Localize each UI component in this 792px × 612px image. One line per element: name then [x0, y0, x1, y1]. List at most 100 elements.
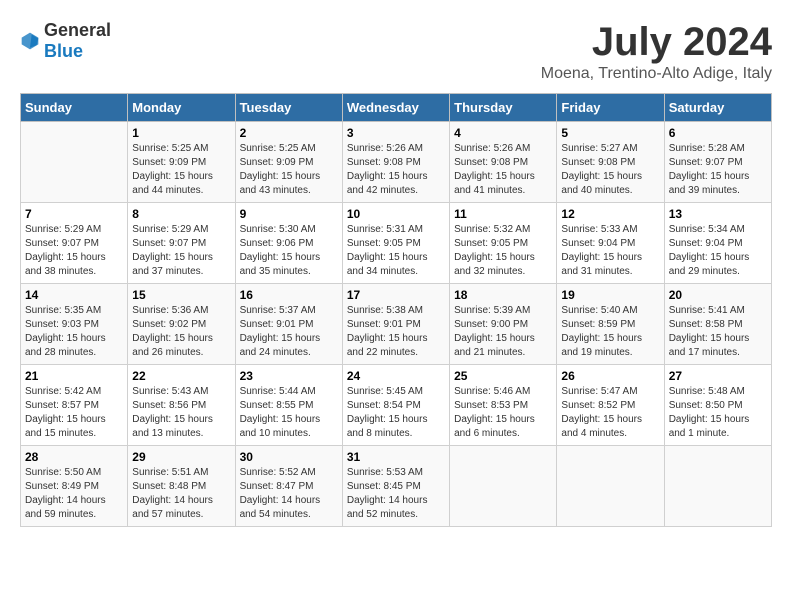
header-cell-saturday: Saturday — [664, 94, 771, 122]
day-info: Sunrise: 5:30 AMSunset: 9:06 PMDaylight:… — [240, 223, 338, 279]
day-number: 3 — [347, 126, 445, 140]
day-number: 15 — [132, 288, 230, 302]
day-number: 4 — [454, 126, 552, 140]
day-info: Sunrise: 5:29 AMSunset: 9:07 PMDaylight:… — [132, 223, 230, 279]
day-number: 13 — [669, 207, 767, 221]
calendar-body: 1 Sunrise: 5:25 AMSunset: 9:09 PMDaylight… — [21, 122, 772, 527]
day-number: 6 — [669, 126, 767, 140]
day-cell — [450, 446, 557, 527]
week-row-5: 28 Sunrise: 5:50 AMSunset: 8:49 PMDayligh… — [21, 446, 772, 527]
day-info: Sunrise: 5:40 AMSunset: 8:59 PMDaylight:… — [561, 304, 659, 360]
day-number: 10 — [347, 207, 445, 221]
header-cell-sunday: Sunday — [21, 94, 128, 122]
day-info: Sunrise: 5:39 AMSunset: 9:00 PMDaylight:… — [454, 304, 552, 360]
day-number: 30 — [240, 450, 338, 464]
logo: General Blue — [20, 20, 111, 62]
day-number: 8 — [132, 207, 230, 221]
day-cell: 12Sunrise: 5:33 AMSunset: 9:04 PMDayligh… — [557, 203, 664, 284]
week-row-2: 7 Sunrise: 5:29 AMSunset: 9:07 PMDaylight… — [21, 203, 772, 284]
day-cell: 26 Sunrise: 5:47 AMSunset: 8:52 PMDayligh… — [557, 365, 664, 446]
day-number: 25 — [454, 369, 552, 383]
day-cell: 19 Sunrise: 5:40 AMSunset: 8:59 PMDayligh… — [557, 284, 664, 365]
header-cell-monday: Monday — [128, 94, 235, 122]
day-cell: 15 Sunrise: 5:36 AMSunset: 9:02 PMDayligh… — [128, 284, 235, 365]
day-info: Sunrise: 5:53 AMSunset: 8:45 PMDaylight:… — [347, 466, 445, 522]
day-cell — [21, 122, 128, 203]
day-info: Sunrise: 5:45 AMSunset: 8:54 PMDaylight:… — [347, 385, 445, 441]
day-info: Sunrise: 5:33 AMSunset: 9:04 PMDaylight:… — [561, 223, 659, 279]
day-info: Sunrise: 5:27 AMSunset: 9:08 PMDaylight:… — [561, 142, 659, 198]
day-cell: 17 Sunrise: 5:38 AMSunset: 9:01 PMDayligh… — [342, 284, 449, 365]
header-cell-wednesday: Wednesday — [342, 94, 449, 122]
day-number: 5 — [561, 126, 659, 140]
day-cell: 25Sunrise: 5:46 AMSunset: 8:53 PMDayligh… — [450, 365, 557, 446]
day-number: 21 — [25, 369, 123, 383]
day-cell: 3 Sunrise: 5:26 AMSunset: 9:08 PMDaylight… — [342, 122, 449, 203]
day-number: 9 — [240, 207, 338, 221]
day-info: Sunrise: 5:43 AMSunset: 8:56 PMDaylight:… — [132, 385, 230, 441]
day-cell: 29Sunrise: 5:51 AMSunset: 8:48 PMDayligh… — [128, 446, 235, 527]
day-number: 31 — [347, 450, 445, 464]
week-row-3: 14 Sunrise: 5:35 AMSunset: 9:03 PMDayligh… — [21, 284, 772, 365]
logo-general: General — [44, 20, 111, 40]
day-number: 11 — [454, 207, 552, 221]
day-info: Sunrise: 5:47 AMSunset: 8:52 PMDaylight:… — [561, 385, 659, 441]
day-cell: 21Sunrise: 5:42 AMSunset: 8:57 PMDayligh… — [21, 365, 128, 446]
day-cell: 4 Sunrise: 5:26 AMSunset: 9:08 PMDaylight… — [450, 122, 557, 203]
day-info: Sunrise: 5:34 AMSunset: 9:04 PMDaylight:… — [669, 223, 767, 279]
header-cell-friday: Friday — [557, 94, 664, 122]
day-info: Sunrise: 5:25 AMSunset: 9:09 PMDaylight:… — [240, 142, 338, 198]
day-info: Sunrise: 5:35 AMSunset: 9:03 PMDaylight:… — [25, 304, 123, 360]
day-cell: 9 Sunrise: 5:30 AMSunset: 9:06 PMDaylight… — [235, 203, 342, 284]
day-info: Sunrise: 5:28 AMSunset: 9:07 PMDaylight:… — [669, 142, 767, 198]
day-cell: 27 Sunrise: 5:48 AMSunset: 8:50 PMDayligh… — [664, 365, 771, 446]
day-info: Sunrise: 5:38 AMSunset: 9:01 PMDaylight:… — [347, 304, 445, 360]
day-cell: 8 Sunrise: 5:29 AMSunset: 9:07 PMDaylight… — [128, 203, 235, 284]
day-number: 7 — [25, 207, 123, 221]
day-info: Sunrise: 5:29 AMSunset: 9:07 PMDaylight:… — [25, 223, 123, 279]
day-cell: 24Sunrise: 5:45 AMSunset: 8:54 PMDayligh… — [342, 365, 449, 446]
day-cell: 5 Sunrise: 5:27 AMSunset: 9:08 PMDaylight… — [557, 122, 664, 203]
day-cell — [557, 446, 664, 527]
day-number: 28 — [25, 450, 123, 464]
header: General Blue July 2024 Moena, Trentino-A… — [20, 20, 772, 83]
week-row-1: 1 Sunrise: 5:25 AMSunset: 9:09 PMDaylight… — [21, 122, 772, 203]
day-cell: 31 Sunrise: 5:53 AMSunset: 8:45 PMDayligh… — [342, 446, 449, 527]
day-cell: 23 Sunrise: 5:44 AMSunset: 8:55 PMDayligh… — [235, 365, 342, 446]
day-info: Sunrise: 5:26 AMSunset: 9:08 PMDaylight:… — [347, 142, 445, 198]
day-number: 22 — [132, 369, 230, 383]
day-cell — [664, 446, 771, 527]
day-number: 20 — [669, 288, 767, 302]
day-info: Sunrise: 5:48 AMSunset: 8:50 PMDaylight:… — [669, 385, 767, 441]
day-number: 27 — [669, 369, 767, 383]
week-row-4: 21Sunrise: 5:42 AMSunset: 8:57 PMDayligh… — [21, 365, 772, 446]
day-info: Sunrise: 5:50 AMSunset: 8:49 PMDaylight:… — [25, 466, 123, 522]
day-cell: 22 Sunrise: 5:43 AMSunset: 8:56 PMDayligh… — [128, 365, 235, 446]
header-cell-thursday: Thursday — [450, 94, 557, 122]
location-title: Moena, Trentino-Alto Adige, Italy — [541, 65, 772, 83]
day-info: Sunrise: 5:44 AMSunset: 8:55 PMDaylight:… — [240, 385, 338, 441]
day-number: 29 — [132, 450, 230, 464]
day-number: 2 — [240, 126, 338, 140]
day-number: 19 — [561, 288, 659, 302]
day-number: 1 — [132, 126, 230, 140]
day-number: 16 — [240, 288, 338, 302]
day-number: 17 — [347, 288, 445, 302]
day-info: Sunrise: 5:52 AMSunset: 8:47 PMDaylight:… — [240, 466, 338, 522]
day-info: Sunrise: 5:36 AMSunset: 9:02 PMDaylight:… — [132, 304, 230, 360]
day-info: Sunrise: 5:32 AMSunset: 9:05 PMDaylight:… — [454, 223, 552, 279]
day-cell: 16Sunrise: 5:37 AMSunset: 9:01 PMDayligh… — [235, 284, 342, 365]
day-cell: 13 Sunrise: 5:34 AMSunset: 9:04 PMDayligh… — [664, 203, 771, 284]
day-number: 14 — [25, 288, 123, 302]
day-cell: 6 Sunrise: 5:28 AMSunset: 9:07 PMDaylight… — [664, 122, 771, 203]
day-cell: 11 Sunrise: 5:32 AMSunset: 9:05 PMDayligh… — [450, 203, 557, 284]
day-info: Sunrise: 5:41 AMSunset: 8:58 PMDaylight:… — [669, 304, 767, 360]
day-number: 23 — [240, 369, 338, 383]
day-cell: 18Sunrise: 5:39 AMSunset: 9:00 PMDayligh… — [450, 284, 557, 365]
day-cell: 10Sunrise: 5:31 AMSunset: 9:05 PMDayligh… — [342, 203, 449, 284]
day-number: 26 — [561, 369, 659, 383]
month-title: July 2024 — [541, 20, 772, 65]
day-info: Sunrise: 5:26 AMSunset: 9:08 PMDaylight:… — [454, 142, 552, 198]
title-area: July 2024 Moena, Trentino-Alto Adige, It… — [541, 20, 772, 83]
day-cell: 7 Sunrise: 5:29 AMSunset: 9:07 PMDaylight… — [21, 203, 128, 284]
